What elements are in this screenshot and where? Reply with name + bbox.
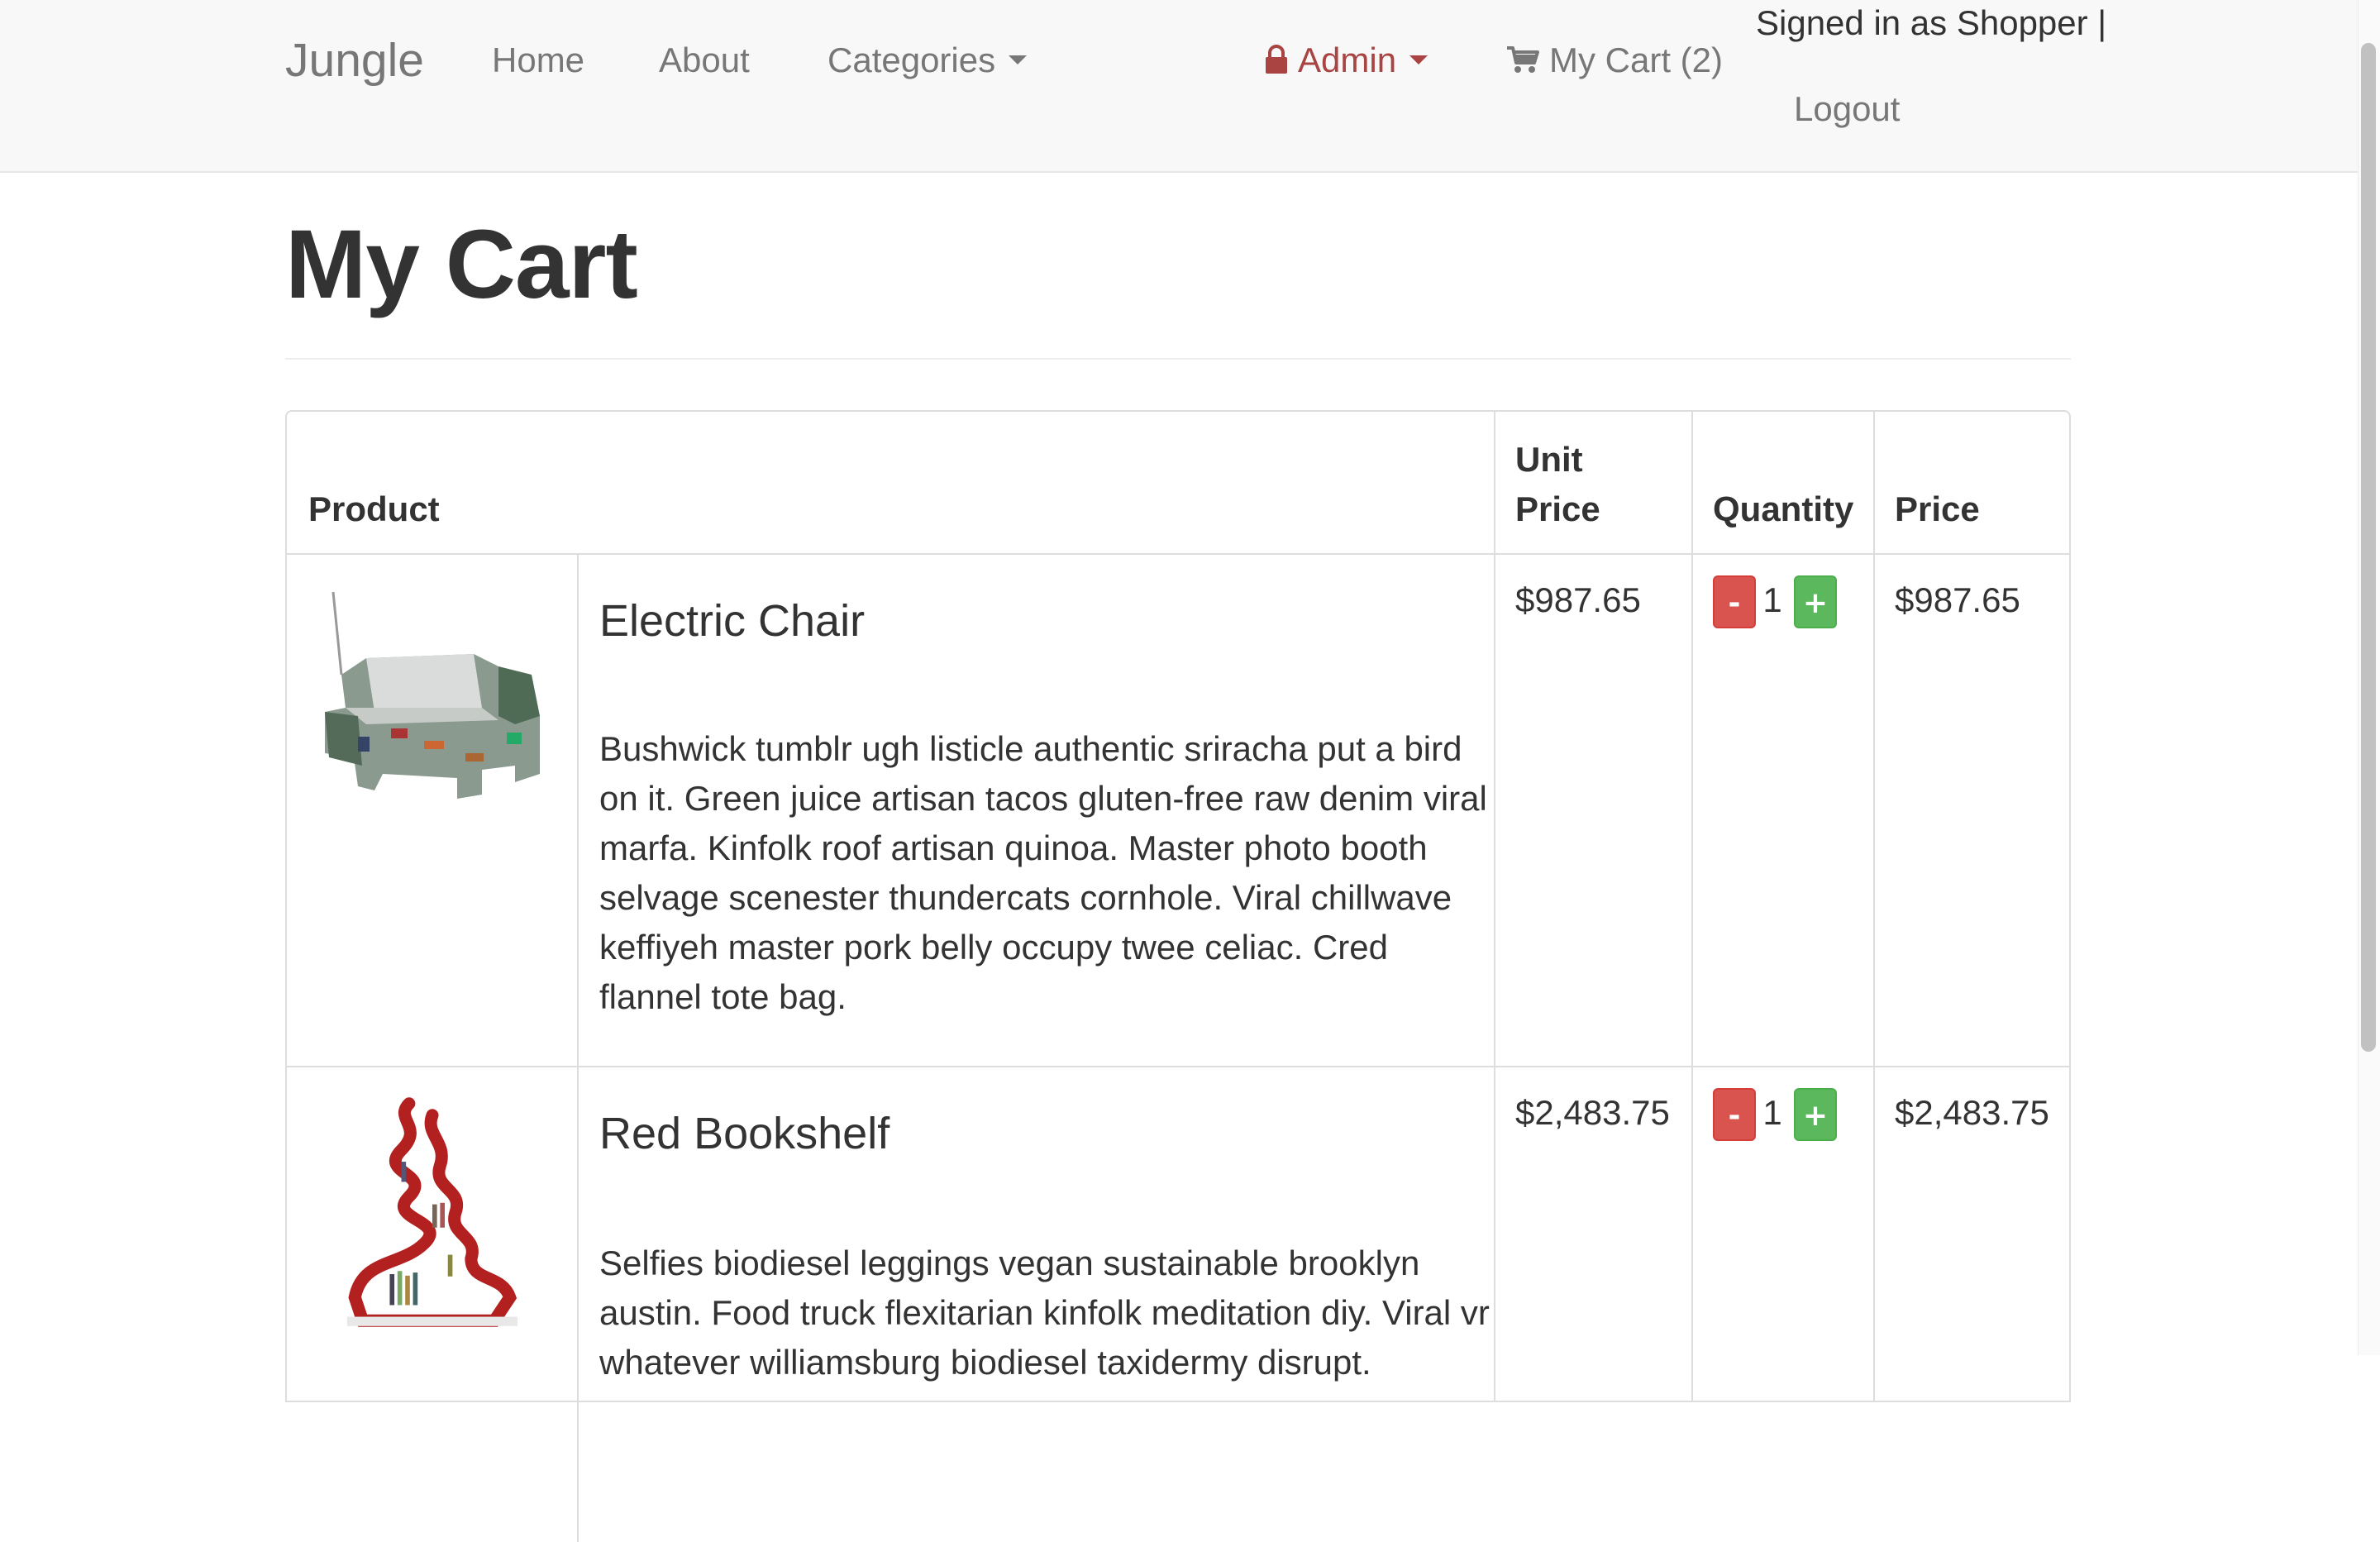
increase-quantity-button[interactable]: + [1794,1088,1837,1141]
line-total-price: $987.65 [1895,580,2020,619]
column-header-unit-price-line2: Price [1515,489,1600,528]
header-divider [285,358,2071,360]
quantity-value: 1 [1762,580,1782,619]
column-header-unit-price: Unit Price [1515,435,1600,534]
chevron-down-icon [1009,55,1028,65]
nav-categories-dropdown[interactable]: Categories [828,37,1028,84]
column-header-product: Product [308,489,440,528]
nav-cart-label: My Cart (2) [1549,41,1723,79]
decrease-quantity-button[interactable]: - [1713,1088,1756,1141]
nav-cart-link[interactable]: My Cart (2) [1506,37,1723,84]
logout-link[interactable]: Logout [1794,86,1900,132]
row-divider [287,1066,2069,1067]
product-name[interactable]: Electric Chair [599,592,865,650]
column-divider [1494,412,1495,1401]
brand-logo-link[interactable]: Jungle [285,31,424,89]
unit-price: $987.65 [1515,580,1641,619]
page-title: My Cart [285,210,638,319]
line-total-price: $2,483.75 [1895,1093,2049,1132]
chair-image [308,575,556,824]
product-name[interactable]: Red Bookshelf [599,1105,890,1162]
decrease-quantity-button[interactable]: - [1713,575,1756,628]
top-navbar: Jungle Home About Categories Admin My Ca… [0,0,2358,173]
nav-categories-label: Categories [828,41,996,79]
row-divider [287,553,2069,555]
vertical-scrollbar-thumb[interactable] [2361,43,2376,1052]
nav-about-link[interactable]: About [659,37,750,84]
cart-table: Product Unit Price Quantity Price Electr… [285,410,2071,1542]
lock-icon [1266,44,1287,74]
column-header-quantity: Quantity [1713,489,1854,528]
signed-in-status: Signed in as Shopper | [1756,3,2107,42]
product-description: Bushwick tumblr ugh listicle authentic s… [599,729,1487,1016]
increase-quantity-button[interactable]: + [1794,575,1837,628]
column-divider [577,553,579,1542]
nav-admin-label: Admin [1298,41,1397,79]
quantity-value: 1 [1762,1093,1782,1132]
column-header-unit-price-line1: Unit [1515,440,1583,479]
column-divider [1873,412,1875,1401]
nav-admin-dropdown[interactable]: Admin [1265,37,1428,84]
nav-home-link[interactable]: Home [492,37,584,84]
bookshelf-image [308,1088,556,1336]
shopping-cart-icon [1507,45,1539,73]
column-header-price: Price [1895,489,1980,528]
unit-price: $2,483.75 [1515,1093,1670,1132]
chevron-down-icon [1409,55,1428,65]
column-divider [1691,412,1693,1401]
product-description: Selfies biodiesel leggings vegan sustain… [599,1244,1490,1382]
